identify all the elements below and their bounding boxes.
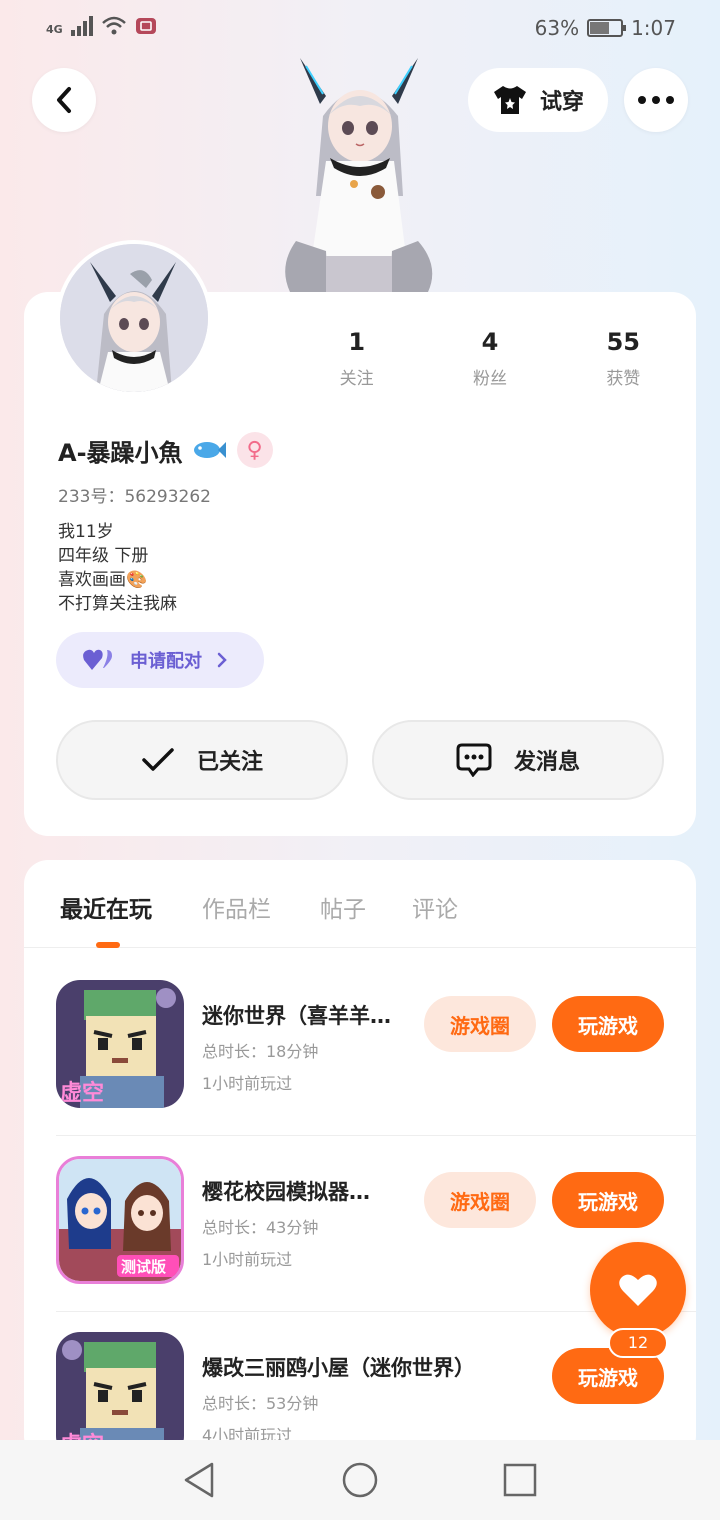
game-circle-button[interactable]: 游戏圈: [424, 1172, 536, 1228]
game-icon-badge: 虚空: [60, 1080, 104, 1106]
try-on-label: 试穿: [539, 90, 584, 115]
stat-likes[interactable]: 55 获赞: [557, 328, 690, 389]
game-last-played: 1小时前玩过: [202, 1074, 293, 1093]
more-button[interactable]: [624, 68, 688, 132]
wifi-icon: [101, 16, 126, 35]
tab-works[interactable]: 作品栏: [202, 890, 271, 924]
followed-button[interactable]: 已关注: [56, 720, 348, 800]
games-card: 最近在玩 作品栏 帖子 评论 虚空 迷你世界（喜羊羊… 总时长：18分钟 1小时…: [24, 860, 696, 1460]
tab-recent-play[interactable]: 最近在玩: [60, 890, 152, 924]
clock: 1:07: [631, 16, 676, 40]
game-title: 爆改三丽鸥小屋（迷你世界）: [202, 1356, 475, 1380]
heart-pair-icon: [83, 649, 112, 670]
message-label: 发消息: [513, 750, 580, 775]
game-duration: 总时长：18分钟: [202, 1042, 319, 1061]
game-icon-mini-world[interactable]: 虚空: [56, 980, 184, 1108]
stat-followers[interactable]: 4 粉丝: [423, 328, 556, 389]
like-button[interactable]: [590, 1242, 686, 1338]
tab-posts[interactable]: 帖子: [320, 890, 366, 924]
nav-back-icon[interactable]: [180, 1460, 220, 1500]
pair-request-button[interactable]: 申请配对: [56, 632, 264, 688]
avatar-image: [60, 244, 208, 392]
system-nav-bar: [0, 1440, 720, 1520]
nav-home-icon[interactable]: [340, 1460, 380, 1500]
stat-label: 粉丝: [472, 369, 507, 389]
try-on-button[interactable]: 试穿: [468, 68, 608, 132]
tshirt-icon: [493, 86, 526, 114]
pair-label: 申请配对: [130, 651, 202, 672]
fish-icon: [193, 442, 226, 458]
play-game-button[interactable]: 玩游戏: [552, 996, 664, 1052]
tab-indicator: [96, 942, 120, 948]
profile-tabs: 最近在玩 作品栏 帖子 评论: [24, 860, 696, 948]
game-title: 迷你世界（喜羊羊…: [202, 1004, 391, 1028]
play-game-button[interactable]: 玩游戏: [552, 1172, 664, 1228]
stats-row: 1 关注 4 粉丝 55 获赞: [290, 328, 690, 389]
more-dots-icon: [638, 96, 674, 104]
battery-icon: [587, 19, 627, 37]
stat-value: 4: [481, 328, 499, 356]
followed-label: 已关注: [196, 750, 263, 775]
chevron-left-icon: [57, 87, 71, 113]
nickname: A-暴躁小魚: [58, 438, 183, 467]
bio-line: 我11岁: [58, 522, 114, 542]
send-message-button[interactable]: 发消息: [372, 720, 664, 800]
bio: 我11岁 四年级 下册 喜欢画画🎨 不打算关注我麻: [58, 520, 177, 616]
game-icon-badge: 测试版: [121, 1258, 166, 1276]
stat-value: 1: [348, 328, 366, 356]
back-button[interactable]: [32, 68, 96, 132]
game-row[interactable]: 虚空 迷你世界（喜羊羊… 总时长：18分钟 1小时前玩过 游戏圈 玩游戏: [24, 960, 696, 1136]
status-bar: 4G 63% 1:07: [0, 0, 720, 56]
game-circle-button[interactable]: 游戏圈: [424, 996, 536, 1052]
game-last-played: 1小时前玩过: [202, 1250, 293, 1269]
network-type: 4G: [46, 23, 63, 36]
check-icon: [142, 748, 174, 771]
avatar[interactable]: [56, 240, 212, 396]
user-id: 233号：56293262: [58, 482, 211, 507]
signal-icon: [70, 14, 93, 36]
battery-percent: 63%: [534, 16, 580, 40]
uid-label: 233号：: [58, 487, 125, 507]
tab-comments[interactable]: 评论: [412, 890, 458, 924]
nickname-row: A-暴躁小魚 ♀: [58, 432, 273, 468]
stat-following[interactable]: 1 关注: [290, 328, 423, 389]
stat-label: 关注: [339, 369, 374, 389]
stat-label: 获赞: [606, 369, 641, 389]
game-icon-sakura-school[interactable]: 测试版: [56, 1156, 184, 1284]
heart-icon: [619, 1274, 657, 1306]
chevron-right-icon: [217, 652, 227, 668]
game-title: 樱花校园模拟器…: [202, 1180, 370, 1204]
bio-line: 喜欢画画🎨: [58, 570, 148, 590]
nav-recents-icon[interactable]: [500, 1460, 540, 1500]
game-row[interactable]: 虚空 爆改三丽鸥小屋（迷你世界） 总时长：53分钟 4小时前玩过 玩游戏: [24, 1312, 696, 1460]
character-avatar-image: [285, 58, 433, 292]
game-duration: 总时长：53分钟: [202, 1394, 319, 1413]
game-duration: 总时长：43分钟: [202, 1218, 319, 1237]
message-icon: [456, 743, 492, 777]
gender-female-icon: ♀: [236, 432, 273, 468]
like-count: 12: [608, 1328, 668, 1358]
bio-line: 四年级 下册: [58, 546, 149, 566]
bio-line: 不打算关注我麻: [58, 594, 177, 614]
uid-value: 56293262: [124, 487, 211, 507]
stat-value: 55: [606, 328, 641, 356]
screen-record-icon: [135, 18, 156, 34]
